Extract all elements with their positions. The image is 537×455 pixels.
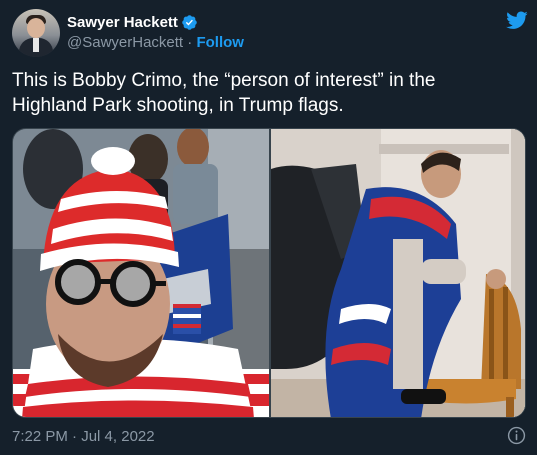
info-icon[interactable] <box>507 426 526 445</box>
photo-icon <box>13 129 269 417</box>
twitter-bird-icon[interactable] <box>505 9 529 31</box>
author-name[interactable]: Sawyer Hackett <box>67 14 178 31</box>
time-separator: · <box>72 428 78 445</box>
date-value: Jul 4, 2022 <box>81 428 155 445</box>
tweet-card: Sawyer Hackett @SawyerHackett · Follow T… <box>0 0 537 455</box>
photo-right[interactable] <box>271 129 525 417</box>
follow-button[interactable]: Follow <box>196 34 244 51</box>
tweet-text: This is Bobby Crimo, the “person of inte… <box>12 70 436 116</box>
author-handle[interactable]: @SawyerHackett <box>67 34 183 51</box>
handle-separator: · <box>187 34 193 51</box>
photo-icon <box>271 129 525 417</box>
author-handle-row: @SawyerHackett · Follow <box>67 34 244 51</box>
verified-badge-icon <box>182 14 197 30</box>
avatar[interactable] <box>12 9 60 57</box>
time-value: 7:22 PM <box>12 428 68 445</box>
photo-left[interactable] <box>13 129 269 417</box>
tweet-media <box>12 128 526 418</box>
author-name-row[interactable]: Sawyer Hackett <box>67 13 198 31</box>
timestamp[interactable]: 7:22 PM · Jul 4, 2022 <box>12 428 155 445</box>
